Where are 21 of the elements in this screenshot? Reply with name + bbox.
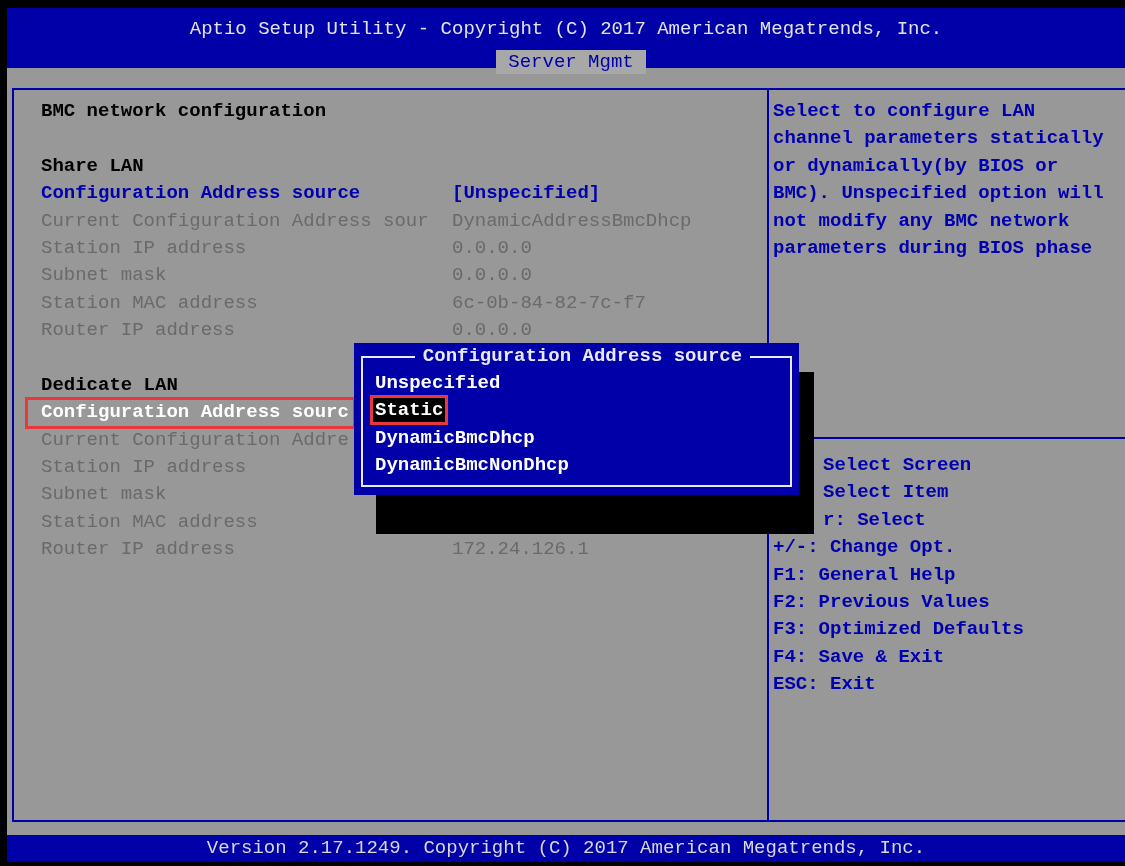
key-hint: Select Item: [822, 480, 949, 506]
key-hint: F2: Previous Values: [773, 589, 990, 615]
window-title: Aptio Setup Utility - Copyright (C) 2017 American Megatrends, Inc.: [189, 17, 943, 42]
key-hint: F4: Save & Exit: [773, 644, 945, 670]
section-heading: Dedicate LAN: [41, 372, 178, 398]
version-text: Version 2.17.1249. Copyright (C) 2017 American Megatrends, Inc.: [206, 837, 926, 859]
section-heading: Share LAN: [41, 153, 144, 179]
popup-option[interactable]: Unspecified: [372, 370, 504, 396]
key-hint: Select Screen: [822, 453, 972, 478]
setting-value[interactable]: [Unspecified]: [452, 180, 601, 208]
popup-option[interactable]: Static: [372, 397, 447, 424]
key-hint: F1: General Help: [773, 562, 956, 588]
page-title: BMC network configuration: [41, 99, 327, 124]
key-hint: F3: Optimized Defaults: [773, 617, 1024, 643]
popup-option[interactable]: DynamicBmcDhcp: [372, 424, 538, 451]
setting-label[interactable]: Configuration Address source: [27, 180, 452, 208]
key-hint: r: Select: [822, 507, 926, 533]
tab[interactable]: Server Mgmt: [496, 50, 646, 74]
key-hint: ESC: Exit: [773, 672, 876, 698]
popup-option[interactable]: DynamicBmcNonDhcp: [372, 452, 572, 479]
key-hint: +/-: Change Opt.: [773, 535, 956, 561]
